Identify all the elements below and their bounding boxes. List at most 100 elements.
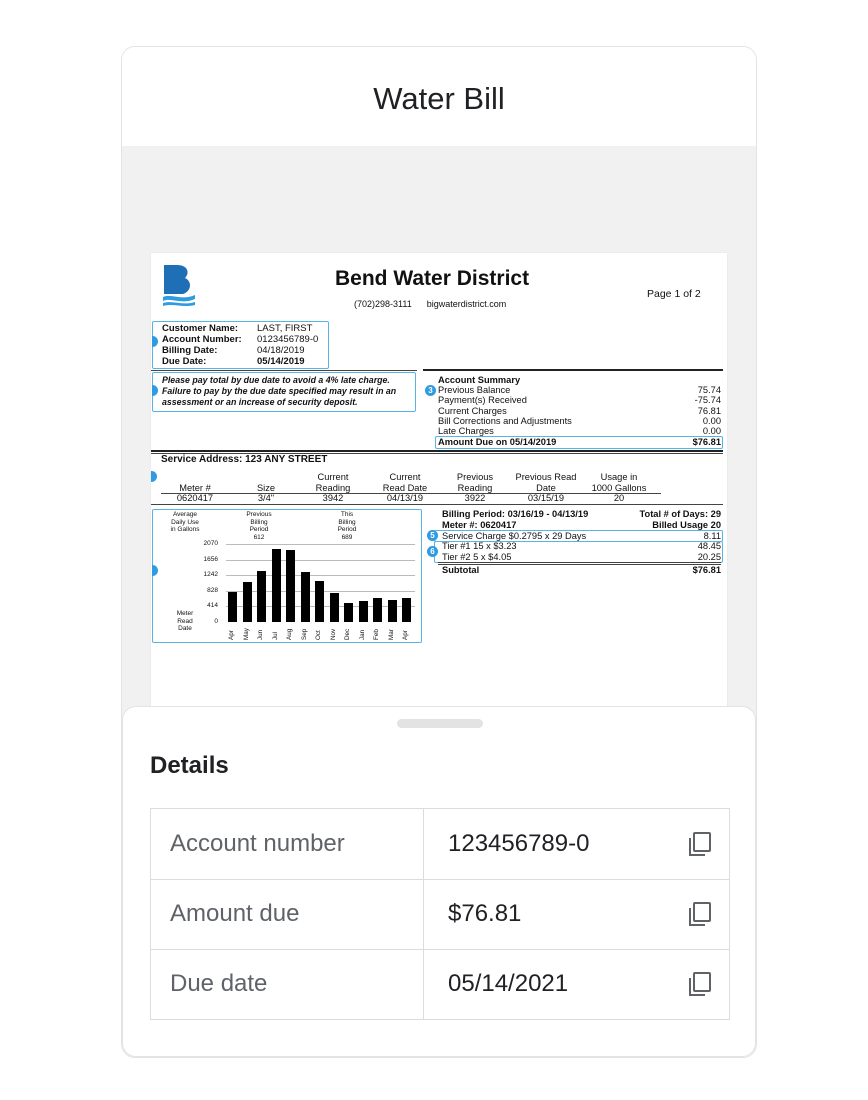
y-tick-label: 1242 [203,571,218,579]
customer-value: LAST, FIRST [257,323,313,334]
service-header: Reading [457,483,493,493]
divider [151,504,723,505]
charge-label: Tier #1 15 x $3.23 [442,541,517,551]
y-tick-label: 1656 [203,555,218,563]
service-header: Previous [456,472,494,482]
details-row-due-date: Due date 05/14/2021 [151,949,729,1019]
service-header: Meter # [179,483,211,493]
badge-3-icon: 3 [425,385,436,396]
summary-value: 0.00 [702,426,721,436]
x-tick-label: Jan [358,629,366,640]
card-header: Water Bill [122,47,756,146]
service-value: 04/13/19 [386,493,424,503]
service-header: Current [317,472,349,482]
summary-value: 76.81 [697,406,721,416]
summary-label: Previous Balance [438,385,511,395]
service-value: 3942 [322,493,344,503]
row-value[interactable]: 123456789-0 [448,830,589,858]
chart-caption: Previous [246,511,272,518]
marker-icon [152,336,158,347]
account-summary-title: Account Summary [438,375,521,385]
summary-label: Bill Corrections and Adjustments [438,416,572,426]
bill-image: Bend Water District (702)298-3111 bigwat… [151,253,727,723]
charge-label: Tier #2 5 x $4.05 [442,552,512,562]
billing-meter: Meter #: 0620417 [442,520,517,530]
chart-caption: Daily Use [171,518,199,526]
row-label: Amount due [170,900,300,927]
charge-value: 48.45 [697,541,721,551]
subtotal-label: Subtotal [442,565,480,575]
column-divider [423,949,424,1019]
late-notice-line: assessment or an increase of security de… [162,397,358,407]
service-header: Read Date [382,483,428,493]
divider [438,564,721,565]
service-header: Usage in [600,472,638,482]
customer-value: 0123456789-0 [257,334,319,345]
service-value: 20 [613,493,625,503]
charge-label: Service Charge $0.2795 x 29 Days [442,531,587,541]
marker-icon [151,471,157,482]
customer-info-box: Customer Name: Account Number: Billing D… [152,321,329,369]
divider [438,562,721,563]
x-tick-label: May [242,628,250,640]
customer-label: Billing Date: [162,345,218,356]
x-tick-label: Mar [387,629,395,640]
service-address: Service Address: 123 ANY STREET [161,454,328,465]
summary-value: 0.00 [702,416,721,426]
marker-icon [152,385,158,396]
service-header: Size [256,483,276,493]
usage-bar [329,593,339,622]
service-header: Reading [315,483,351,493]
y-tick-label: 828 [207,586,218,594]
district-name: Bend Water District [335,267,530,290]
customer-label: Customer Name: [162,323,239,334]
late-notice-line: Please pay total by due date to avoid a … [162,375,390,385]
row-value[interactable]: 05/14/2021 [448,970,568,998]
drag-handle[interactable] [397,719,483,728]
usage-bar [286,550,296,622]
divider [423,369,723,371]
x-tick-label: Apr [228,630,235,640]
total-days: Total # of Days: 29 [639,509,721,519]
service-value: 0620417 [176,493,214,503]
usage-bar [373,597,383,622]
summary-value: 75.74 [697,385,721,395]
chart-caption: 689 [341,533,353,541]
amount-due-label: Amount Due on 05/14/2019 [438,437,557,447]
service-value: 3/4" [257,493,275,503]
x-tick-label: Dec [344,628,352,640]
chart-caption: Period [249,526,269,533]
details-table: Account number 123456789-0 Amount due $7… [150,808,730,1020]
usage-bar [315,581,325,622]
service-value: 03/15/19 [527,493,565,503]
usage-bar [242,582,252,622]
card-title: Water Bill [373,81,505,116]
x-tick-label: Jun [257,629,265,640]
copy-icon[interactable] [687,971,713,997]
district-contact: (702)298-3111 bigwaterdistrict.com [354,299,506,309]
usage-bar [387,599,397,622]
copy-icon[interactable] [687,901,713,927]
row-label: Due date [170,970,268,997]
customer-label: Account Number: [162,334,242,345]
row-value[interactable]: $76.81 [448,900,521,928]
x-tick-label: Feb [373,629,381,640]
usage-bar [300,571,310,622]
service-value: 3922 [464,493,486,503]
x-tick-label: Nov [329,628,337,640]
x-tick-label: Sep [300,628,308,640]
marker-icon [152,565,158,576]
usage-bar [228,591,237,622]
chart-caption: 612 [253,533,265,541]
late-notice-line: Failure to pay by the due date specified… [162,386,397,396]
details-title: Details [150,752,229,779]
chart-caption: Billing [250,518,268,526]
copy-icon[interactable] [687,831,713,857]
late-notice-box: Please pay total by due date to avoid a … [152,372,416,412]
x-tick-label: Aug [286,628,294,640]
page-number: Page 1 of 2 [647,288,701,300]
amount-due-value: $76.81 [692,437,721,447]
usage-bar [257,571,267,622]
row-label: Account number [170,830,345,857]
badge-6-icon: 6 [427,546,438,557]
